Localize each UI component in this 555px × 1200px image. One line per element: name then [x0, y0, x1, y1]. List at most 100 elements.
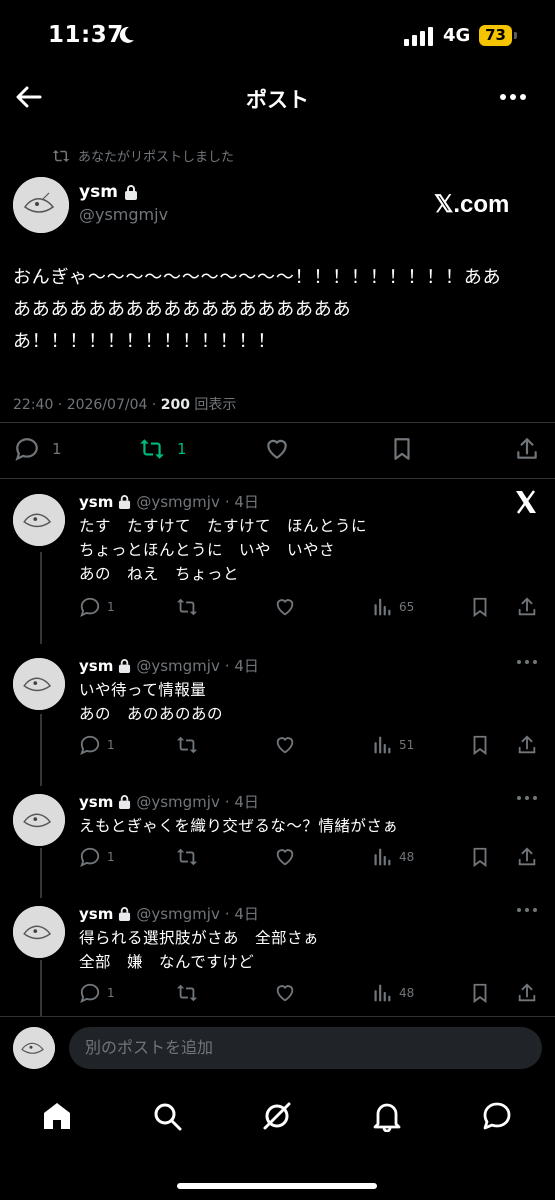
repost-button[interactable]: [176, 596, 198, 618]
reply-icon: [80, 735, 100, 756]
analytics-icon: [374, 848, 391, 866]
author-handle[interactable]: @ysmgmjv: [136, 793, 219, 811]
bookmark-button[interactable]: [469, 846, 491, 868]
author-name-text: ysm: [79, 182, 118, 202]
repost-icon: [176, 984, 198, 1002]
lock-icon: [119, 906, 131, 921]
page-title: ポスト: [246, 88, 309, 112]
analytics-icon: [374, 598, 391, 616]
bell-icon[interactable]: [371, 1100, 403, 1132]
reply-button[interactable]: 1: [79, 982, 115, 1004]
bookmark-button[interactable]: [469, 982, 491, 1004]
like-button[interactable]: [264, 436, 290, 462]
reply-icon: [80, 847, 100, 868]
status-bar: 11:37 4G 73: [0, 0, 555, 72]
home-icon[interactable]: [41, 1100, 73, 1132]
view-label: 回表示: [189, 397, 237, 413]
views-button[interactable]: 48: [371, 846, 414, 868]
bookmark-button[interactable]: [469, 734, 491, 756]
like-button[interactable]: [274, 734, 296, 756]
more-dots-icon[interactable]: [515, 658, 539, 666]
more-dots-icon[interactable]: [515, 794, 539, 802]
reply-age: · 4日: [224, 793, 259, 811]
avatar[interactable]: [13, 658, 65, 710]
battery-icon: 73: [479, 25, 518, 46]
reply-age: · 4日: [224, 905, 259, 923]
share-button[interactable]: [516, 734, 538, 756]
share-icon: [518, 983, 536, 1002]
bookmark-icon: [473, 847, 487, 868]
like-button[interactable]: [274, 846, 296, 868]
view-count: 48: [399, 850, 415, 864]
reply-header: ysm @ysmgmjv · 4日: [79, 791, 259, 812]
more-dots-icon[interactable]: [498, 84, 528, 110]
repost-icon: [140, 439, 164, 459]
heart-icon: [276, 737, 294, 754]
bookmark-button[interactable]: [469, 596, 491, 618]
lock-icon: [119, 658, 131, 673]
search-icon[interactable]: [151, 1100, 183, 1132]
grok-icon[interactable]: [261, 1100, 293, 1132]
author-name[interactable]: ysm: [79, 493, 113, 511]
bookmark-icon: [473, 983, 487, 1004]
post-actions: 1 1: [0, 430, 555, 470]
view-count: 51: [399, 738, 415, 752]
analytics-icon: [374, 736, 391, 754]
author-handle[interactable]: @ysmgmjv: [79, 205, 168, 224]
author-name[interactable]: ysm: [79, 793, 113, 811]
reply-text: いや待って情報量 あの あのあのあの: [79, 681, 224, 723]
author-handle[interactable]: @ysmgmjv: [136, 493, 219, 511]
avatar[interactable]: [13, 906, 65, 958]
repost-button[interactable]: [176, 982, 198, 1004]
reply-header: ysm @ysmgmjv · 4日: [79, 903, 259, 924]
heart-icon: [276, 849, 294, 866]
repost-button[interactable]: [176, 846, 198, 868]
reply-count: 1: [107, 738, 115, 752]
reply-count: 1: [52, 440, 62, 458]
share-button[interactable]: [516, 596, 538, 618]
reply-count: 1: [107, 600, 115, 614]
bottom-nav: [0, 1080, 555, 1150]
author-handle[interactable]: @ysmgmjv: [136, 657, 219, 675]
reply-button[interactable]: 1: [79, 734, 115, 756]
repost-button[interactable]: [176, 734, 198, 756]
share-button[interactable]: [516, 982, 538, 1004]
author-name[interactable]: ysm: [79, 905, 113, 923]
views-button[interactable]: 65: [371, 596, 414, 618]
avatar[interactable]: [13, 177, 69, 233]
bookmark-button[interactable]: [389, 436, 415, 462]
view-count: 48: [399, 986, 415, 1000]
views-button[interactable]: 51: [371, 734, 414, 756]
messages-icon[interactable]: [481, 1100, 513, 1132]
reply-button[interactable]: 1: [14, 436, 62, 462]
compose-input[interactable]: 別のポストを追加: [69, 1027, 542, 1069]
home-indicator: [177, 1183, 377, 1189]
reply-text: たす たすけて たすけて ほんとうに ちょっとほんとうに いや いやさ あの ね…: [79, 517, 368, 583]
author-handle[interactable]: @ysmgmjv: [136, 905, 219, 923]
like-button[interactable]: [274, 982, 296, 1004]
divider: [0, 422, 555, 423]
avatar[interactable]: [13, 494, 65, 546]
reply-count: 1: [107, 850, 115, 864]
bookmark-icon: [394, 438, 410, 460]
share-button[interactable]: [514, 436, 540, 462]
share-icon: [518, 847, 536, 866]
views-button[interactable]: 48: [371, 982, 414, 1004]
reply-header: ysm @ysmgmjv · 4日: [79, 655, 259, 676]
reply-text: えもとぎゃくを織り交ぜるな〜？情緒がさぁ: [79, 817, 399, 835]
more-dots-icon[interactable]: [515, 906, 539, 914]
author-name[interactable]: ysm: [79, 182, 138, 202]
bookmark-icon: [473, 597, 487, 618]
reply-count: 1: [107, 986, 115, 1000]
share-button[interactable]: [516, 846, 538, 868]
reply-button[interactable]: 1: [79, 596, 115, 618]
repost-count: 1: [177, 440, 187, 458]
repost-button[interactable]: 1: [139, 436, 187, 462]
avatar[interactable]: [13, 794, 65, 846]
reply-button[interactable]: 1: [79, 846, 115, 868]
repost-icon: [52, 149, 70, 162]
avatar: [13, 1027, 55, 1069]
author-name[interactable]: ysm: [79, 657, 113, 675]
repost-note-text: あなたがリポストしました: [78, 150, 235, 165]
like-button[interactable]: [274, 596, 296, 618]
